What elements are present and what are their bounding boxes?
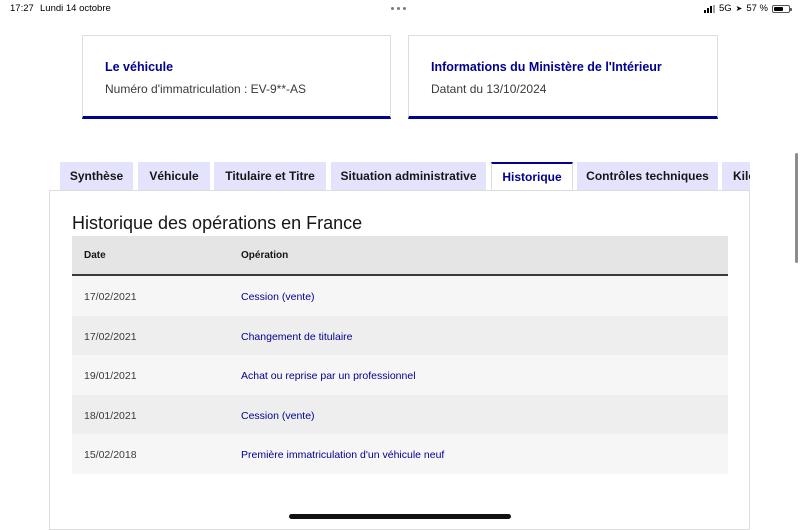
signal-icon: [703, 4, 715, 13]
tab-synthese[interactable]: Synthèse: [60, 162, 133, 190]
table-row: 19/01/2021 Achat ou reprise par un profe…: [72, 355, 728, 395]
vehicle-card-title: Le véhicule: [105, 60, 174, 74]
table-row: 15/02/2018 Première immatriculation d'un…: [72, 434, 728, 474]
row-date: 18/01/2021: [84, 409, 137, 422]
tab-bar: Synthèse Véhicule Titulaire et Titre Sit…: [60, 162, 750, 190]
tab-situation-administrative[interactable]: Situation administrative: [331, 162, 486, 190]
table-row: 18/01/2021 Cession (vente): [72, 394, 728, 435]
ministry-card-date: Datant du 13/10/2024: [431, 82, 547, 96]
tab-titulaire-et-titre[interactable]: Titulaire et Titre: [214, 162, 326, 190]
table-row: 17/02/2021 Changement de titulaire: [72, 315, 728, 356]
history-title: Historique des opérations en France: [72, 213, 363, 233]
row-operation: Achat ou reprise par un professionnel: [241, 370, 416, 383]
tab-kilometrage[interactable]: Kilo: [722, 162, 750, 190]
ministry-card-title: Informations du Ministère de l'Intérieur: [431, 60, 662, 74]
multitasking-dots-icon[interactable]: [391, 7, 406, 10]
tab-controles-techniques[interactable]: Contrôles techniques: [577, 162, 718, 190]
home-indicator[interactable]: [289, 514, 511, 519]
row-date: 19/01/2021: [84, 370, 137, 383]
status-date: Lundi 14 octobre: [40, 3, 111, 14]
location-icon: ➤: [735, 4, 743, 13]
row-operation: Changement de titulaire: [241, 330, 353, 343]
network-label: 5G: [718, 3, 732, 14]
table-header: Date Opération: [72, 236, 728, 276]
row-operation: Cession (vente): [241, 409, 315, 422]
column-header-operation: Opération: [241, 250, 289, 261]
battery-label: 57 %: [746, 3, 768, 14]
status-bar: 17:27 Lundi 14 octobre 5G ➤ 57 %: [0, 0, 800, 18]
row-date: 17/02/2021: [84, 291, 137, 303]
status-indicators: 5G ➤ 57 %: [703, 3, 792, 14]
tab-historique[interactable]: Historique: [491, 162, 573, 190]
row-date: 15/02/2018: [84, 449, 137, 462]
status-time: 17:27: [10, 3, 34, 14]
table-row: 17/02/2021 Cession (vente): [72, 276, 728, 316]
column-header-date: Date: [84, 250, 106, 261]
tab-vehicule[interactable]: Véhicule: [138, 162, 210, 190]
vehicle-card: Le véhicule Numéro d'immatriculation : E…: [82, 35, 391, 119]
row-date: 17/02/2021: [84, 330, 137, 343]
ministry-info-card: Informations du Ministère de l'Intérieur…: [408, 35, 718, 119]
vehicle-card-registration: Numéro d'immatriculation : EV-9**-AS: [105, 82, 307, 96]
page-scrollbar[interactable]: [795, 153, 798, 263]
row-operation: Cession (vente): [241, 291, 315, 303]
row-operation: Première immatriculation d'un véhicule n…: [241, 449, 445, 462]
history-table: Date Opération 17/02/2021 Cession (vente…: [72, 236, 728, 474]
battery-icon: [772, 4, 792, 13]
